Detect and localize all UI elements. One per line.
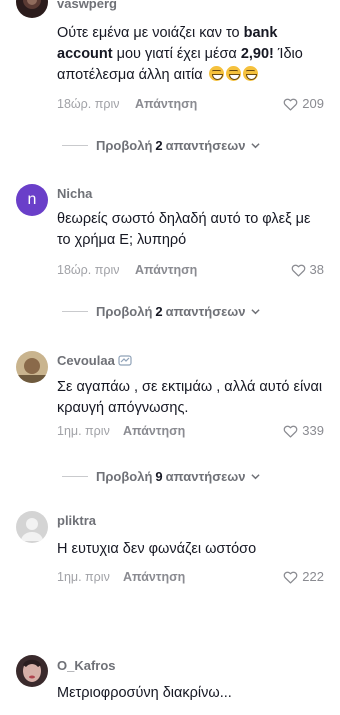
comment-text: Σε αγαπάω , σε εκτιμάω , αλλά αυτό είναι…: [57, 379, 323, 416]
comment-username[interactable]: vaswperg: [57, 0, 117, 11]
divider-line: [62, 311, 88, 312]
heart-outline-icon: [283, 425, 298, 438]
comment-username[interactable]: pliktra: [57, 513, 96, 528]
user-photo-icon: [16, 0, 48, 18]
comment-username[interactable]: Nicha: [57, 186, 92, 201]
comment-text: Μετριοφροσύνη διακρίνω...: [57, 685, 232, 701]
comment-timestamp: 18ώρ. πριν: [57, 97, 120, 111]
grinning-sweat-emoji-icon: [208, 66, 224, 81]
reply-button[interactable]: Απάντηση: [135, 263, 197, 277]
like-count: 222: [302, 569, 324, 584]
like-count: 209: [302, 96, 324, 111]
avatar-letter: n: [27, 191, 37, 208]
user-photo-icon: [16, 351, 48, 383]
grinning-sweat-emoji-icon: [225, 66, 241, 81]
chevron-down-icon: [251, 309, 261, 315]
like-count: 339: [302, 423, 324, 438]
chevron-down-icon: [251, 474, 261, 480]
view-replies-button[interactable]: Προβολή 2 απαντήσεων: [62, 304, 261, 319]
reply-button[interactable]: Απάντηση: [123, 424, 185, 438]
like-button[interactable]: 339: [283, 423, 324, 438]
heart-outline-icon: [291, 264, 305, 277]
comment-timestamp: 1ημ. πριν: [57, 570, 110, 584]
avatar[interactable]: n: [16, 184, 48, 216]
avatar[interactable]: [16, 0, 48, 18]
comment-text: Η ευτυχια δεν φωνάζει ωστόσο: [57, 541, 257, 557]
reply-button[interactable]: Απάντηση: [135, 97, 197, 111]
comment-timestamp: 18ώρ. πριν: [57, 263, 120, 277]
like-count: 38: [309, 262, 324, 277]
chevron-down-icon: [251, 143, 261, 149]
grinning-sweat-emoji-icon: [242, 66, 258, 81]
like-button[interactable]: 222: [283, 569, 324, 584]
comment-username[interactable]: Cevoulaa: [57, 353, 133, 368]
view-replies-button[interactable]: Προβολή 2 απαντήσεων: [62, 138, 261, 153]
like-button[interactable]: 209: [283, 96, 324, 111]
comment-timestamp: 1ημ. πριν: [57, 424, 110, 438]
default-user-icon: [21, 518, 43, 541]
comment-text: Ούτε εμένα με νοιάζει καν το bank accoun…: [57, 25, 303, 83]
avatar[interactable]: [16, 655, 48, 687]
heart-outline-icon: [283, 571, 298, 584]
avatar[interactable]: [16, 351, 48, 383]
divider-line: [62, 145, 88, 146]
view-replies-button[interactable]: Προβολή 9 απαντήσεων: [62, 469, 261, 484]
avatar[interactable]: [16, 511, 48, 543]
reply-button[interactable]: Απάντηση: [123, 570, 185, 584]
comment-username[interactable]: O_Kafros: [57, 658, 116, 673]
user-photo-icon: [16, 655, 48, 687]
comment-text: θεωρείς σωστό δηλαδή αυτό το φλεξ με το …: [57, 211, 311, 248]
decorative-emoji-icon: [118, 355, 133, 366]
heart-outline-icon: [283, 98, 298, 111]
divider-line: [62, 476, 88, 477]
like-button[interactable]: 38: [291, 262, 324, 277]
